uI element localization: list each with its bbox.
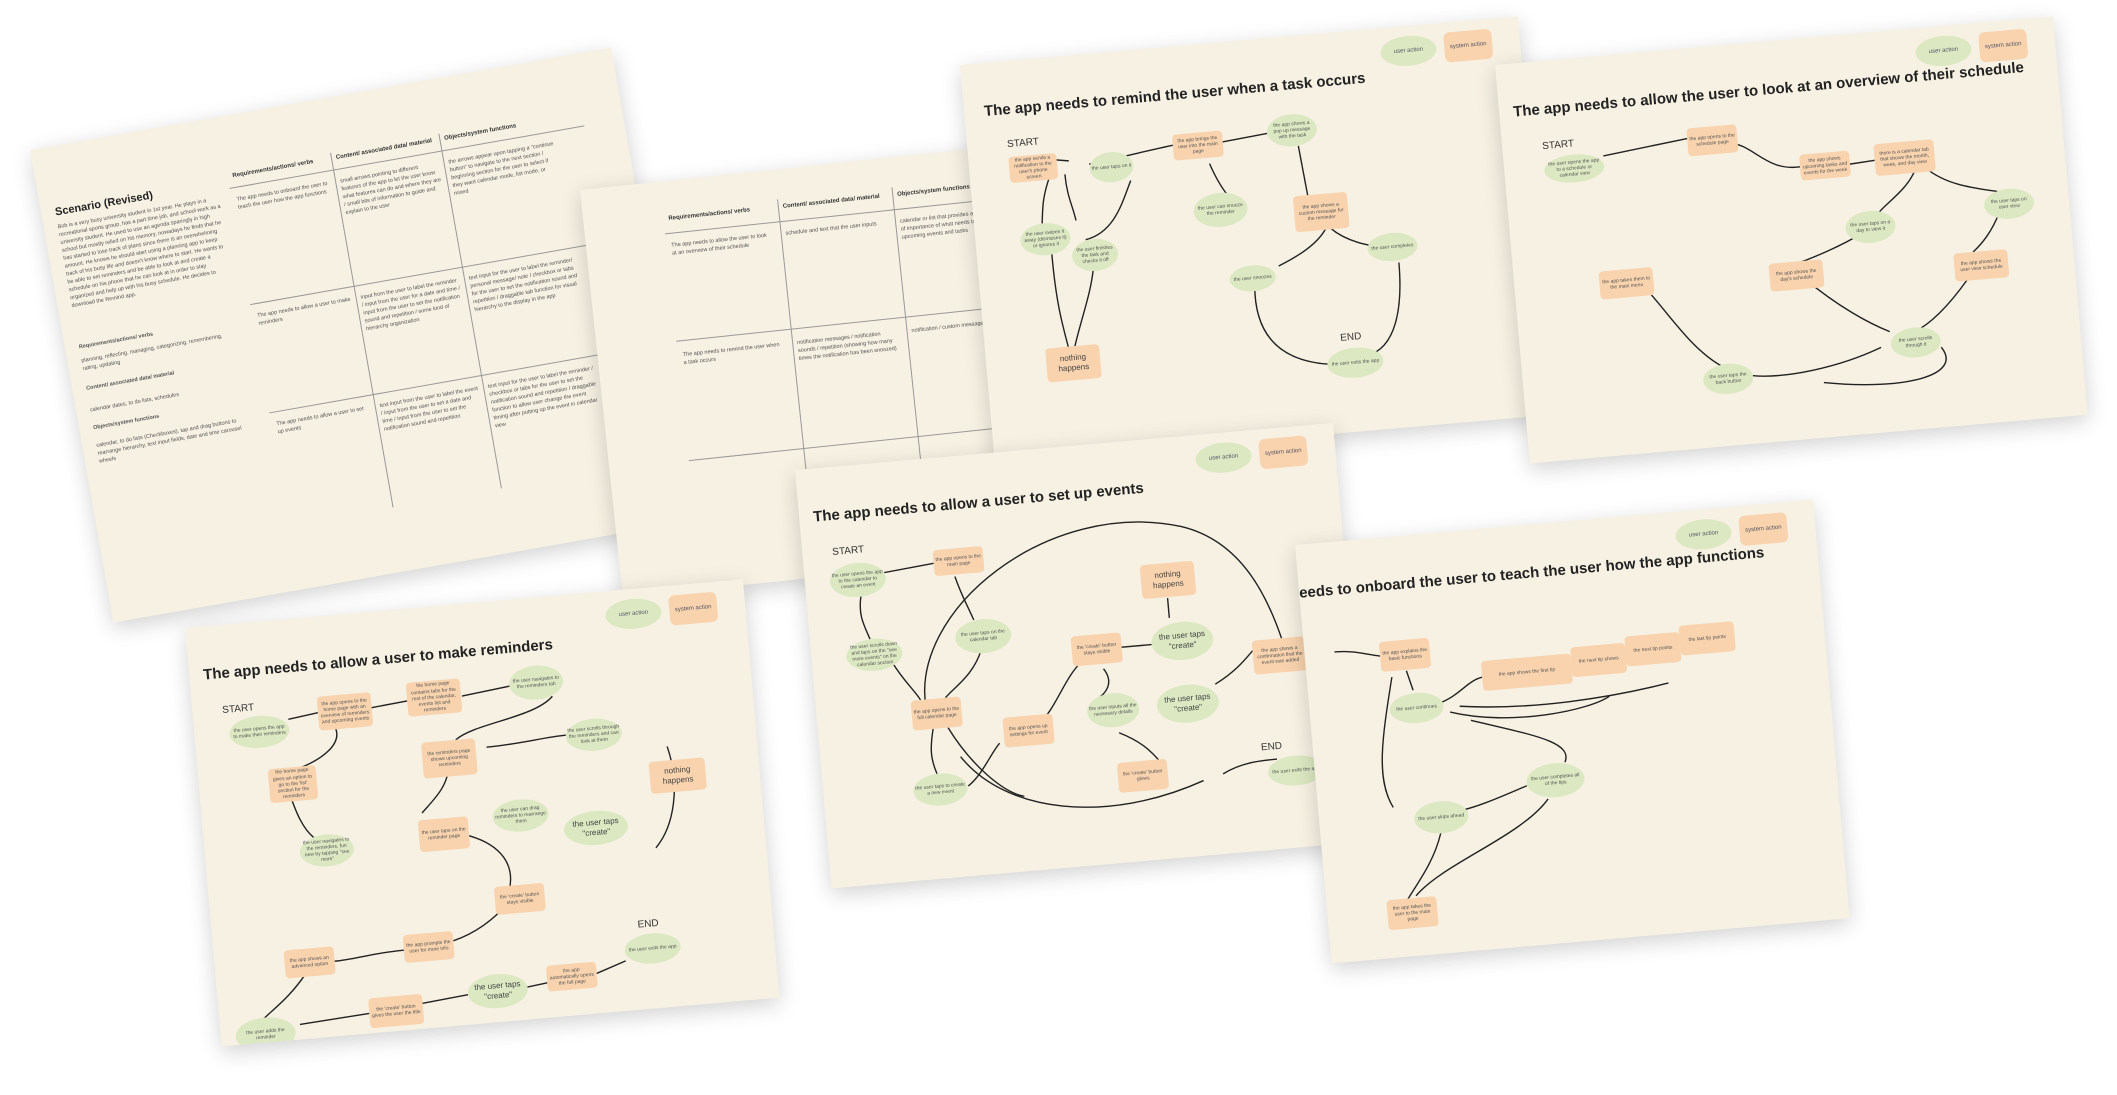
system-action-node: the app shows the user view schedule [1953,249,2010,282]
scenario-req-text: planning, reflecting, managing, categori… [80,333,223,373]
table-cell: schedule and text that the user inputs [785,221,877,237]
onboard-card: eeds to onboard the user to teach the us… [1295,499,1850,964]
system-action-node: the app opens up settings for event [1002,713,1055,748]
system-action-node: the reminders page shows upcoming remind… [420,738,478,779]
scenario-content-label: Content/ associated data/ material [85,370,175,392]
system-action-node: the app brings the user into the main pa… [1171,130,1224,161]
overview-card: The app needs to allow the user to look … [1495,16,2088,464]
system-action-node: the app prompts the user for more info [402,930,455,964]
table-cell: The app needs to remind the user when a … [682,342,780,367]
system-action-node: the app shows a custom message for the r… [1292,191,1350,233]
nothing-happens-node: nothing happens [1045,343,1102,383]
table-cell: text input for the user to label the rem… [468,257,578,314]
table-cell: The app needs to allow the user to look … [671,232,768,257]
table-header-req: Requirements/actions/ verbs [668,207,751,222]
end-label: END [637,917,660,931]
system-action-node: the app opens to the home page with an o… [316,692,374,731]
system-action-node: the app shows upcoming tasks and events … [1798,150,1852,181]
events-card: The app needs to allow a user to set up … [795,422,1370,889]
system-action-node: the next tip shows [1569,642,1628,678]
table-cell: text input for the user to label the rem… [487,365,599,430]
system-action-node: the app shows the day's schedule [1768,259,1825,292]
table-cell: The app needs to allow a user to set up … [275,406,365,436]
system-action-node: the app opens to the full calendar page [910,696,963,731]
system-action-node: the home page contains tabs for the rest… [405,678,463,717]
system-action-node: the app sends a notification to the user… [1008,152,1059,184]
system-action-node: the app takes them to the main menu [1598,267,1655,300]
table-header-content: Content/ associated data/ material [782,193,881,210]
flow-arrows [1334,650,1669,902]
table-cell: notification messages / notification sou… [796,331,898,362]
system-action-node: the next tip points [1624,631,1682,667]
system-action-node: the 'create' button stays visible [1070,632,1123,667]
table-header-content: Content/ associated data/ material [335,138,433,161]
table-cell: text input from the user to label the ev… [379,385,479,433]
table-cell: The app needs to allow a user to make re… [256,296,352,327]
system-action-node: the last tip points [1678,621,1736,656]
system-action-node: the app takes the user to the main page [1386,896,1439,931]
system-action-node: the app explains the basic functions [1378,637,1432,672]
table-cell: The app needs to onboard the user to tea… [236,180,328,211]
end-label: END [1339,331,1362,344]
nothing-happens-node: nothing happens [648,757,708,794]
nothing-happens-node: nothing happens [1139,560,1197,600]
system-action-node: the app opens to the schedule page [1686,124,1739,157]
system-action-node: the home page gives an option to go to t… [267,765,319,804]
remind-card: The app needs to remind the user when a … [960,16,1553,464]
flow-arrows [1603,137,2001,386]
table-cell: the arrows appear upon tapping a "contin… [448,141,554,197]
table-cell: input from the user to label the reminde… [360,277,461,333]
system-action-node: the app automatically opens the full pag… [545,961,598,992]
system-action-node: the 'create' button glows [1116,758,1170,793]
system-action-node: the app shows a confirmation that the ev… [1251,636,1309,675]
system-action-node: the user taps on the reminder page [417,816,471,853]
end-label: END [1260,740,1283,754]
system-action-node: the 'create' button stays visible [493,882,547,915]
table-header-req: Requirements/actions/ verbs [232,159,314,180]
system-action-node: the 'create' button gives the user the t… [367,993,425,1029]
system-action-node: there is a calendar tab that shows the m… [1873,139,1936,177]
system-action-node: the app shows an advanced option [283,946,336,979]
table-cell: small arrows pointing to different featu… [339,164,442,216]
system-action-node: the app opens to the main page [932,545,985,577]
reminders-card: The app needs to allow a user to make re… [185,579,780,1047]
table-header-objects: Objects/system functions [443,123,517,142]
